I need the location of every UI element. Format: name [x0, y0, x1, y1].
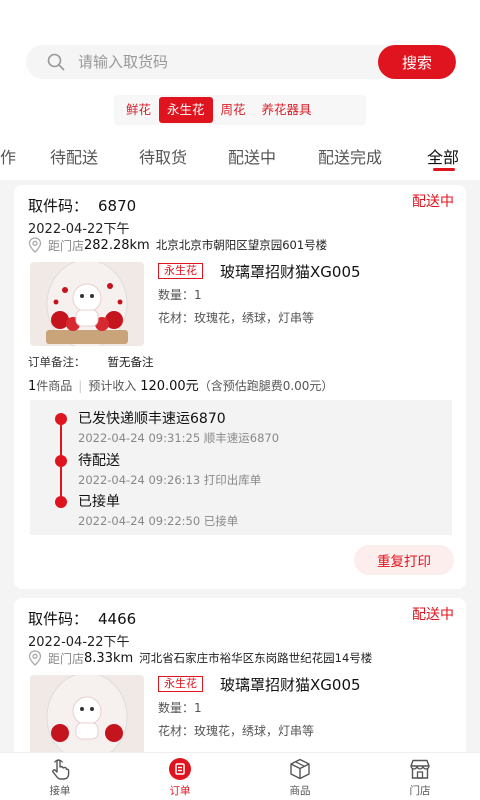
product-name: 玻璃罩招财猫XG005	[220, 263, 361, 281]
order-status: 配送中	[412, 607, 454, 623]
search-bar: 搜索	[26, 45, 456, 79]
distance-value: 8.33km	[84, 650, 134, 666]
timeline-dot	[55, 413, 67, 425]
store-icon	[410, 759, 430, 779]
order-icon	[169, 758, 191, 780]
timeline-dot	[55, 455, 67, 467]
status-tab-pending-pickup[interactable]: 待取货	[139, 144, 187, 168]
status-tabs: 作 待配送 待取货 配送中 配送完成 全部	[0, 140, 480, 172]
location-pin-icon	[28, 650, 42, 666]
nav-label: 接单	[49, 785, 71, 797]
box-icon	[290, 758, 310, 780]
pickup-code: 取件码： 6870	[28, 197, 137, 215]
delivery-address: 北京北京市朝阳区望京园601号楼	[155, 238, 328, 252]
search-button[interactable]: 搜索	[378, 45, 456, 79]
nav-label: 门店	[409, 785, 431, 797]
category-tab-weekly[interactable]: 周花	[213, 97, 254, 123]
location-pin-icon	[28, 237, 42, 253]
product-tag: 永生花	[158, 263, 203, 279]
reprint-button[interactable]: 重复打印	[354, 545, 454, 575]
status-tab-pending-delivery[interactable]: 待配送	[50, 144, 98, 168]
product-flowers: 花材：玫瑰花，绣球，灯串等	[158, 311, 315, 325]
distance-label: 距门店	[48, 238, 85, 253]
order-status: 配送中	[412, 194, 454, 210]
category-tab-fresh[interactable]: 鲜花	[118, 97, 159, 123]
header-area: 搜索 鲜花 永生花 周花 养花器具 作 待配送 待取货 配送中 配送完成 全部	[0, 0, 480, 180]
distance-label: 距门店	[48, 651, 85, 666]
nav-item-products[interactable]: 商品	[270, 757, 330, 798]
status-tab-delivered[interactable]: 配送完成	[318, 144, 382, 168]
category-tab-preserved[interactable]: 永生花	[159, 97, 213, 123]
order-date: 2022-04-22下午	[28, 635, 130, 650]
status-tab-all[interactable]: 全部	[427, 144, 459, 168]
distance-value: 282.28km	[84, 237, 150, 253]
product-image	[30, 675, 144, 758]
product-image	[30, 262, 144, 346]
order-summary: 1件商品 | 预计收入 120.00元（含预估跑腿费0.00元）	[28, 379, 334, 394]
timeline-title: 已发快递顺丰速运6870	[78, 411, 226, 427]
category-tab-tools[interactable]: 养花器具	[254, 97, 320, 123]
category-tabs: 鲜花 永生花 周花 养花器具	[114, 95, 366, 125]
status-tab-delivering[interactable]: 配送中	[228, 144, 276, 168]
order-note: 订单备注： 暂无备注	[28, 355, 154, 369]
timeline-time: 2022-04-24 09:26:13 打印出库单	[78, 473, 262, 487]
pickup-code: 取件码： 4466	[28, 610, 137, 628]
timeline-time: 2022-04-24 09:31:25 顺丰速运6870	[78, 431, 280, 445]
product-quantity: 数量：1	[158, 701, 202, 715]
timeline-dot	[55, 496, 67, 508]
order-date: 2022-04-22下午	[28, 222, 130, 237]
order-card[interactable]: 取件码： 6870 配送中 2022-04-22下午 距门店 282.28km 北…	[14, 185, 466, 589]
location-row: 距门店 8.33km 河北省石家庄市裕华区东岗路世纪花园14号楼	[28, 649, 372, 667]
search-icon	[47, 53, 65, 71]
delivery-address: 河北省石家庄市裕华区东岗路世纪花园14号楼	[139, 651, 373, 665]
location-row: 距门店 282.28km 北京北京市朝阳区望京园601号楼	[28, 236, 327, 254]
hand-tap-icon	[52, 759, 70, 780]
search-input[interactable]	[78, 45, 378, 79]
status-tab-partial[interactable]: 作	[0, 144, 16, 168]
nav-label: 商品	[289, 785, 311, 797]
product-quantity: 数量：1	[158, 288, 202, 302]
timeline-title: 已接单	[78, 494, 120, 510]
nav-item-accept[interactable]: 接单	[30, 757, 90, 798]
timeline-title: 待配送	[78, 453, 120, 469]
order-card[interactable]: 取件码： 4466 配送中 2022-04-22下午 距门店 8.33km 河北省…	[14, 598, 466, 758]
active-tab-indicator	[433, 168, 455, 171]
product-flowers: 花材：玫瑰花，绣球，灯串等	[158, 724, 315, 738]
product-name: 玻璃罩招财猫XG005	[220, 676, 361, 694]
order-timeline: 已发快递顺丰速运6870 2022-04-24 09:31:25 顺丰速运687…	[30, 400, 452, 535]
nav-label: 订单	[169, 785, 191, 797]
nav-item-orders[interactable]: 订单	[150, 757, 210, 798]
product-tag: 永生花	[158, 676, 203, 692]
nav-item-store[interactable]: 门店	[390, 757, 450, 798]
timeline-time: 2022-04-24 09:22:50 已接单	[78, 514, 239, 528]
bottom-nav: 接单 订单 商品 门店	[0, 752, 480, 800]
